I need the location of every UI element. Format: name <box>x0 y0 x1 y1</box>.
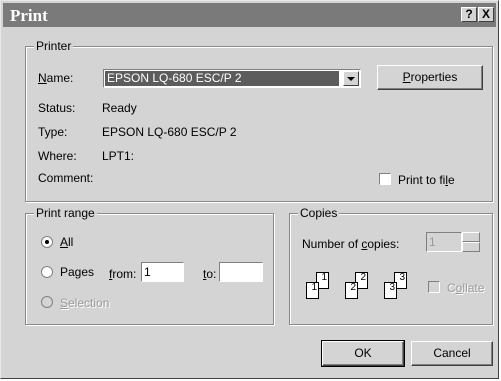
window-title: Print <box>10 6 48 25</box>
page-2-front: 2 <box>345 282 358 299</box>
number-of-copies-label: Number of copies: <box>302 237 400 251</box>
copies-spinner[interactable] <box>462 232 480 252</box>
printer-name-select[interactable]: EPSON LQ-680 ESC/P 2 <box>103 69 361 88</box>
print-range-group-label: Print range <box>34 206 97 220</box>
printer-name-value: EPSON LQ-680 ESC/P 2 <box>105 71 339 86</box>
title-bar[interactable]: Print ? X <box>3 3 496 27</box>
spin-up-icon[interactable] <box>462 232 480 242</box>
selection-radio[interactable] <box>41 296 53 308</box>
from-field[interactable]: 1 <box>141 262 184 282</box>
pages-label[interactable]: Pages <box>60 265 94 279</box>
copies-field[interactable]: 1 <box>426 232 462 252</box>
all-label[interactable]: All <box>60 235 73 249</box>
comment-label: Comment: <box>38 171 94 185</box>
print-to-file-checkbox[interactable] <box>379 173 391 185</box>
to-label: to: <box>203 267 217 281</box>
from-label: from: <box>109 267 137 281</box>
copies-group: Copies <box>289 206 493 325</box>
page-1-front: 1 <box>306 282 319 299</box>
where-value: LPT1: <box>102 149 135 163</box>
copies-group-label: Copies <box>298 206 340 220</box>
spin-down-icon[interactable] <box>462 242 480 252</box>
close-button[interactable]: X <box>478 7 494 22</box>
collate-checkbox[interactable] <box>428 281 440 293</box>
name-label: Name: <box>38 71 74 85</box>
to-field[interactable] <box>219 262 263 282</box>
print-to-file-label[interactable]: Print to file <box>398 173 455 187</box>
chevron-down-icon[interactable] <box>343 71 359 86</box>
selection-label[interactable]: Selection <box>60 296 109 310</box>
cancel-button[interactable]: Cancel <box>411 341 493 366</box>
collate-label[interactable]: Collate <box>447 281 484 295</box>
help-button[interactable]: ? <box>461 7 477 22</box>
page-3-front: 3 <box>384 282 397 299</box>
type-label: Type: <box>38 125 68 139</box>
pages-radio[interactable] <box>41 266 53 278</box>
status-value: Ready <box>102 101 137 115</box>
all-radio[interactable] <box>41 236 53 248</box>
status-label: Status: <box>38 101 76 115</box>
properties-button[interactable]: Properties <box>377 65 483 90</box>
ok-button[interactable]: OK <box>321 340 405 367</box>
print-dialog: Print ? X Printer Name: EPSON LQ-680 ESC… <box>0 0 499 379</box>
type-value: EPSON LQ-680 ESC/P 2 <box>102 125 237 139</box>
printer-group-label: Printer <box>34 39 74 53</box>
where-label: Where: <box>38 149 77 163</box>
